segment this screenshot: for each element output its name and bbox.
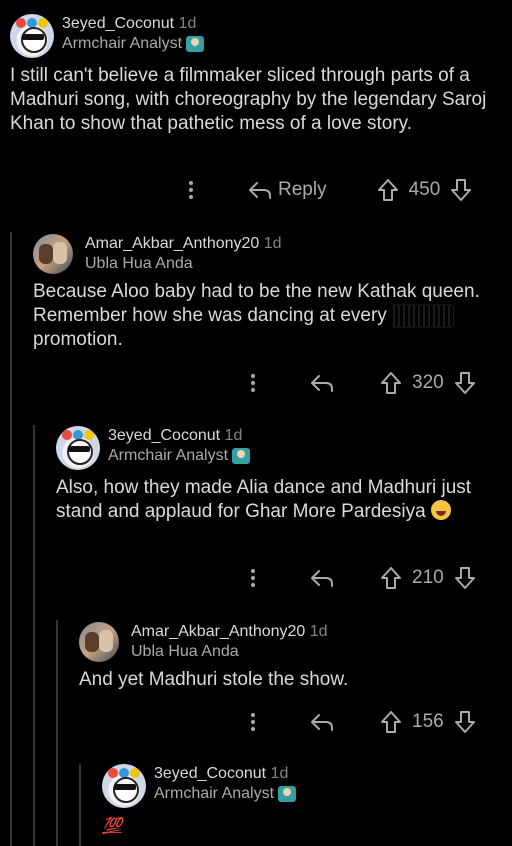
comment-age: 1d	[263, 235, 282, 252]
vote-controls: 156	[380, 710, 476, 734]
comment: 3eyed_Coconut 1d Armchair Analyst Also, …	[56, 426, 496, 524]
comment: 3eyed_Coconut 1d Armchair Analyst 💯	[102, 764, 502, 839]
more-options-icon	[251, 713, 255, 731]
flair-text: Armchair Analyst	[62, 35, 183, 52]
more-options-icon	[251, 374, 255, 392]
user-flair: Armchair Analyst	[108, 446, 251, 466]
laughing-emoji-icon	[430, 500, 451, 520]
downvote-icon[interactable]	[450, 178, 472, 202]
avatar[interactable]	[56, 426, 100, 470]
thread-line	[56, 620, 58, 846]
more-options-button[interactable]	[186, 180, 196, 200]
flair-text: Armchair Analyst	[108, 447, 229, 464]
upvote-icon[interactable]	[380, 710, 402, 734]
vote-score: 320	[412, 372, 444, 393]
vote-controls: 320	[380, 371, 476, 395]
downvote-icon[interactable]	[454, 710, 476, 734]
comment-body: 💯	[102, 814, 502, 839]
comment: Amar_Akbar_Anthony20 1d Ubla Hua Anda An…	[79, 622, 499, 692]
comment-body: And yet Madhuri stole the show.	[79, 669, 349, 690]
downvote-icon[interactable]	[454, 566, 476, 590]
avatar[interactable]	[10, 14, 54, 58]
upvote-icon[interactable]	[380, 566, 402, 590]
upvote-icon[interactable]	[377, 178, 399, 202]
username-line[interactable]: 3eyed_Coconut 1d	[62, 14, 204, 34]
thread-line	[33, 425, 35, 846]
more-options-icon	[189, 181, 193, 199]
avatar[interactable]	[79, 622, 119, 662]
user-flair: Armchair Analyst	[154, 784, 297, 804]
flair-text: Armchair Analyst	[154, 785, 275, 802]
comment-body: Because Aloo baby had to be the new Kath…	[33, 280, 488, 352]
vote-score: 450	[408, 179, 441, 200]
comment-actions: 156	[248, 710, 476, 734]
username-line[interactable]: Amar_Akbar_Anthony20 1d	[131, 622, 328, 642]
comment: Amar_Akbar_Anthony20 1d Ubla Hua Anda Be…	[33, 234, 493, 352]
reply-label: Reply	[278, 179, 327, 200]
username-line[interactable]: Amar_Akbar_Anthony20 1d	[85, 234, 282, 254]
comment-actions: 210	[248, 566, 476, 590]
username-line[interactable]: 3eyed_Coconut 1d	[154, 764, 296, 784]
comment-text: Also, how they made Alia dance and Madhu…	[56, 477, 472, 522]
technologist-emoji-icon	[186, 36, 205, 52]
comment-age: 1d	[309, 623, 328, 640]
user-flair: Armchair Analyst	[62, 34, 205, 54]
reply-arrow-icon	[249, 182, 271, 199]
comment-actions: Reply 450	[186, 178, 472, 202]
comment-age: 1d	[270, 765, 289, 782]
more-options-button[interactable]	[248, 568, 258, 588]
reply-arrow-icon	[311, 570, 333, 587]
user-flair: Ubla Hua Anda	[85, 254, 282, 274]
technologist-emoji-icon	[278, 786, 297, 802]
username-line[interactable]: 3eyed_Coconut 1d	[108, 426, 250, 446]
username[interactable]: 3eyed_Coconut	[154, 765, 266, 782]
more-options-button[interactable]	[248, 373, 258, 393]
comment-body: I still can't believe a filmmaker sliced…	[10, 65, 487, 134]
comment-actions: 320	[248, 371, 476, 395]
vote-controls: 450	[377, 178, 473, 202]
username[interactable]: 3eyed_Coconut	[108, 427, 220, 444]
flair-text: Ubla Hua Anda	[131, 643, 239, 660]
comment-text: promotion.	[33, 329, 123, 350]
downvote-icon[interactable]	[454, 371, 476, 395]
technologist-emoji-icon	[232, 448, 251, 464]
username[interactable]: 3eyed_Coconut	[62, 15, 174, 32]
more-options-button[interactable]	[248, 712, 258, 732]
comment-body: Also, how they made Alia dance and Madhu…	[56, 476, 486, 524]
more-options-icon	[251, 569, 255, 587]
user-flair: Ubla Hua Anda	[131, 642, 328, 662]
vote-controls: 210	[380, 566, 476, 590]
reply-button[interactable]	[310, 567, 334, 589]
vote-score: 210	[412, 567, 444, 588]
reply-button[interactable]	[310, 711, 334, 733]
thread-line	[10, 232, 12, 846]
reply-arrow-icon	[311, 375, 333, 392]
reply-button[interactable]: Reply	[248, 179, 327, 201]
thread-line	[79, 764, 81, 846]
upvote-icon[interactable]	[380, 371, 402, 395]
avatar[interactable]	[33, 234, 73, 274]
reply-button[interactable]	[310, 372, 334, 394]
comment: 3eyed_Coconut 1d Armchair Analyst I stil…	[10, 14, 500, 136]
vote-score: 156	[412, 711, 444, 732]
flair-text: Ubla Hua Anda	[85, 255, 193, 272]
username[interactable]: Amar_Akbar_Anthony20	[131, 623, 305, 640]
reply-arrow-icon	[311, 714, 333, 731]
comment-age: 1d	[224, 427, 243, 444]
comment-age: 1d	[178, 15, 197, 32]
avatar[interactable]	[102, 764, 146, 808]
hundred-points-emoji: 💯	[102, 818, 122, 835]
censored-word: fucking	[390, 304, 455, 328]
username[interactable]: Amar_Akbar_Anthony20	[85, 235, 259, 252]
